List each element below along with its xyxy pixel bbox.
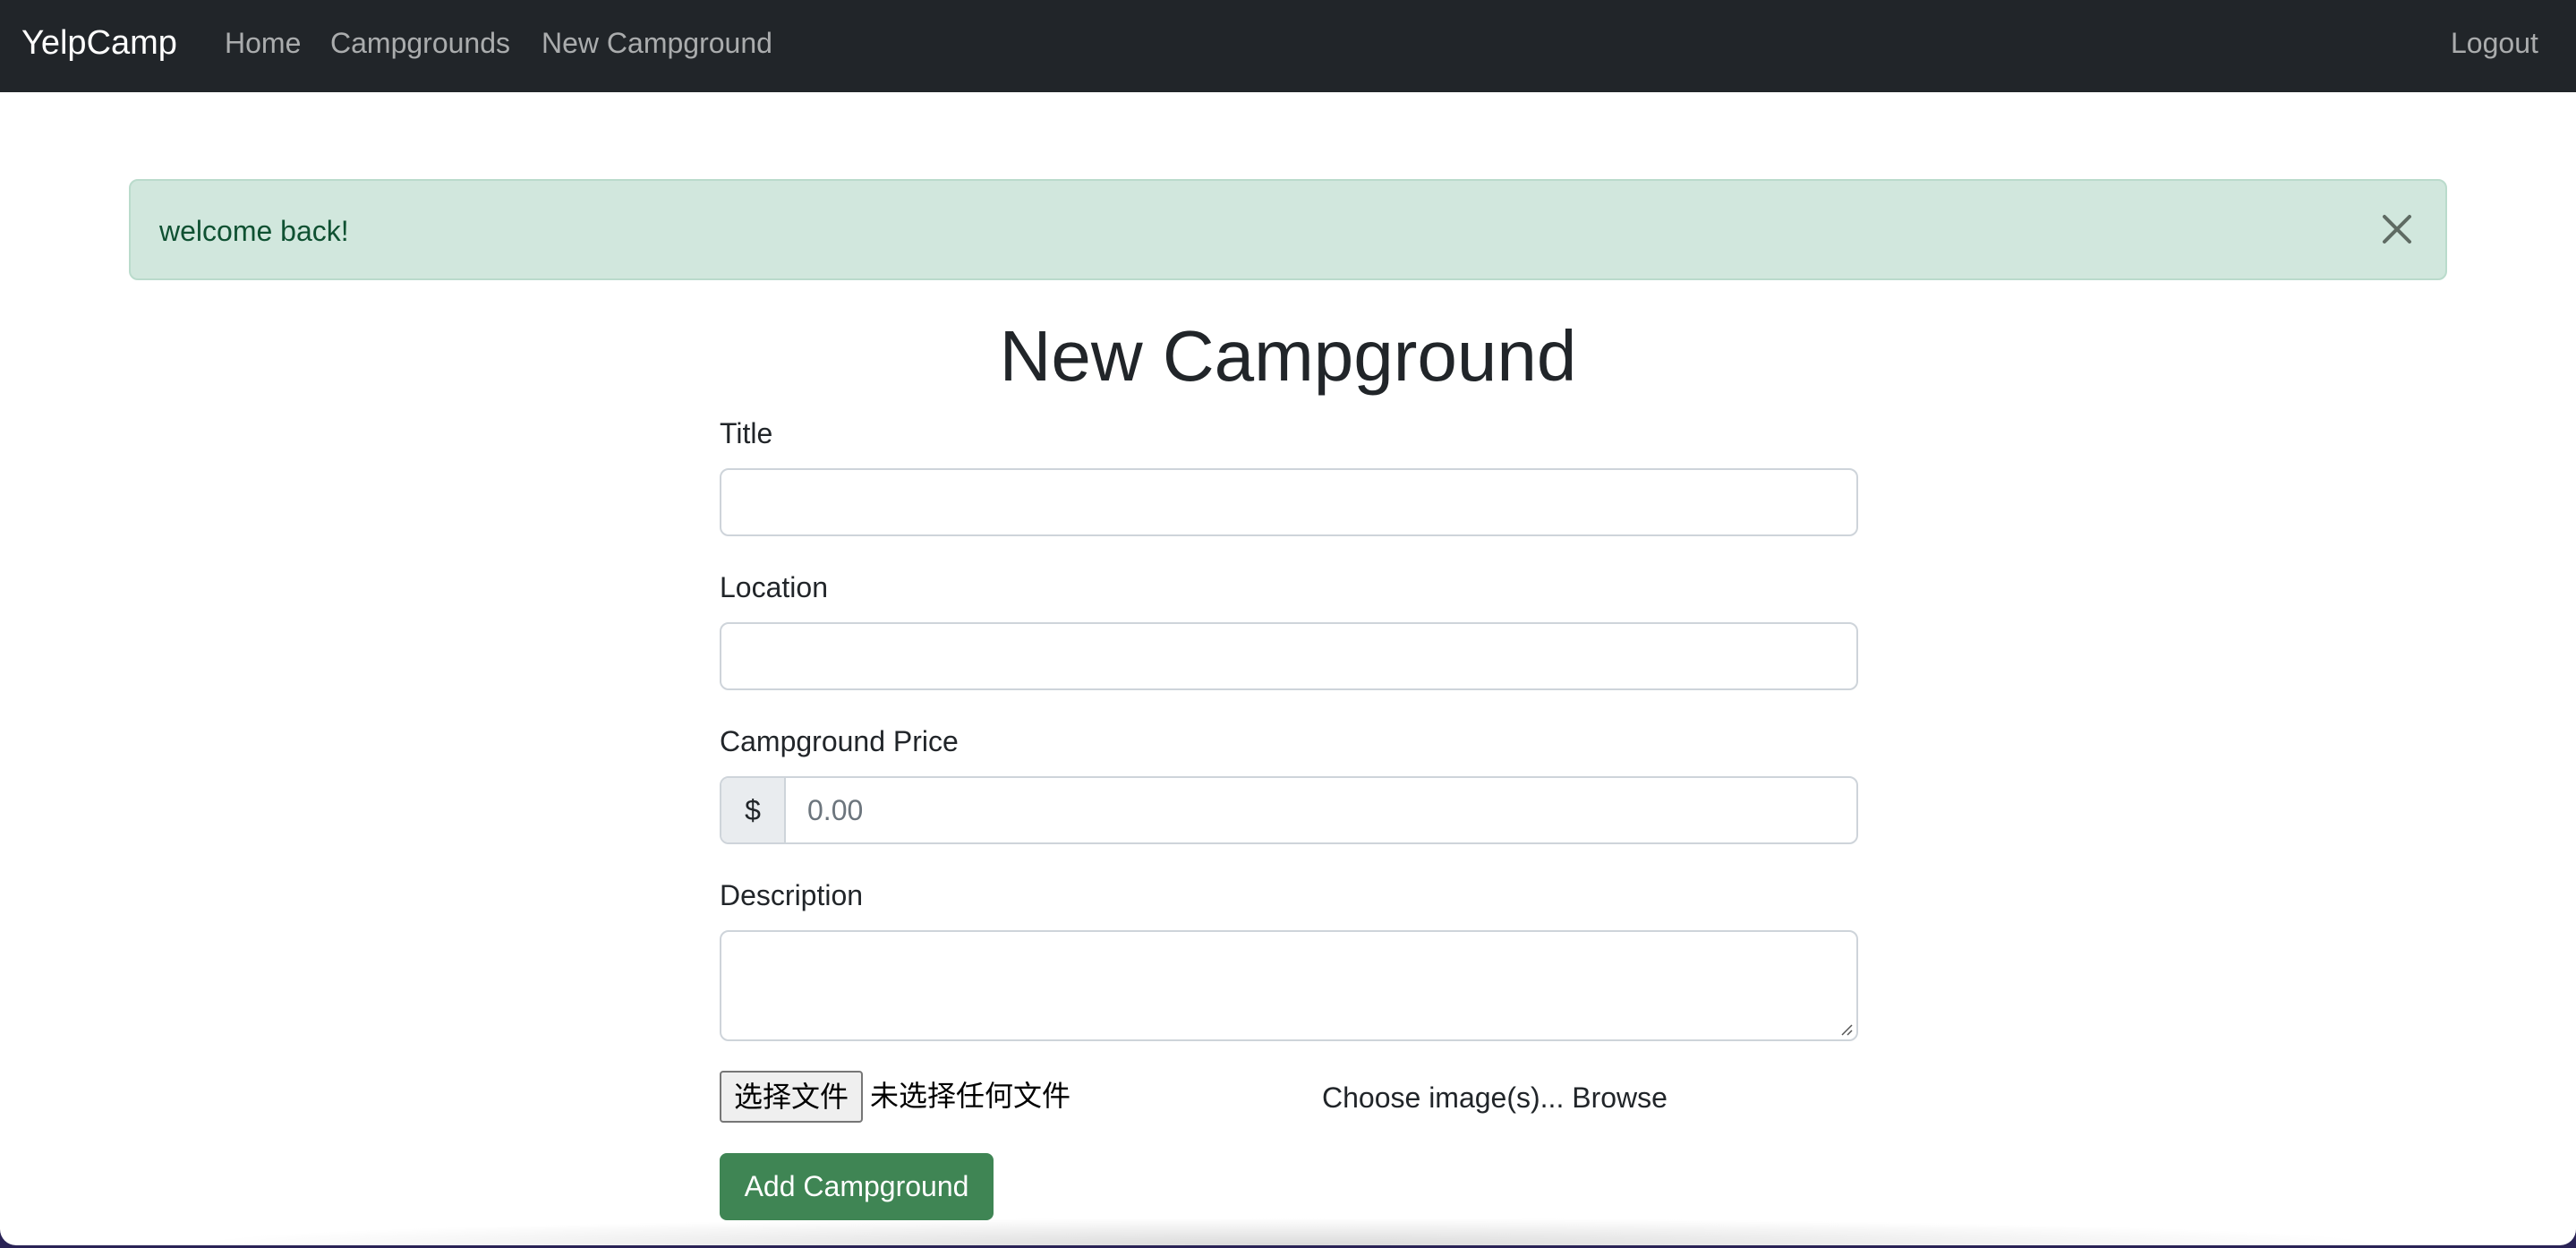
success-alert: welcome back! [129, 179, 2447, 280]
file-input-caption[interactable]: Choose image(s)... Browse [1322, 1080, 1668, 1116]
resize-handle-icon[interactable] [1838, 1021, 1853, 1036]
description-textarea[interactable] [720, 930, 1858, 1041]
alert-message: welcome back! [159, 215, 349, 247]
nav-link-new-campground[interactable]: New Campground [542, 25, 772, 61]
choose-file-button[interactable]: 选择文件 [720, 1071, 863, 1123]
price-input[interactable]: 0.00 [786, 778, 1856, 842]
card-shadow [179, 1218, 2397, 1245]
title-label: Title [720, 417, 773, 449]
price-prefix: $ [721, 778, 786, 842]
location-input[interactable] [720, 622, 1858, 690]
page: YelpCamp Home Campgrounds New Campground… [0, 0, 2576, 1245]
price-input-group: $ 0.00 [720, 776, 1858, 844]
location-label: Location [720, 571, 828, 603]
logout-link[interactable]: Logout [2451, 25, 2538, 61]
file-status: 未选择任何文件 [870, 1080, 1071, 1112]
brand-logo[interactable]: YelpCamp [21, 21, 177, 64]
price-label: Campground Price [720, 725, 959, 757]
add-campground-button[interactable]: Add Campground [720, 1153, 994, 1220]
nav-link-campgrounds[interactable]: Campgrounds [330, 25, 510, 61]
close-icon[interactable] [2376, 208, 2418, 251]
nav-link-home[interactable]: Home [225, 25, 301, 61]
title-input[interactable] [720, 468, 1858, 536]
page-title: New Campground [999, 316, 1577, 396]
navbar: YelpCamp Home Campgrounds New Campground… [0, 0, 2576, 92]
description-label: Description [720, 879, 864, 911]
